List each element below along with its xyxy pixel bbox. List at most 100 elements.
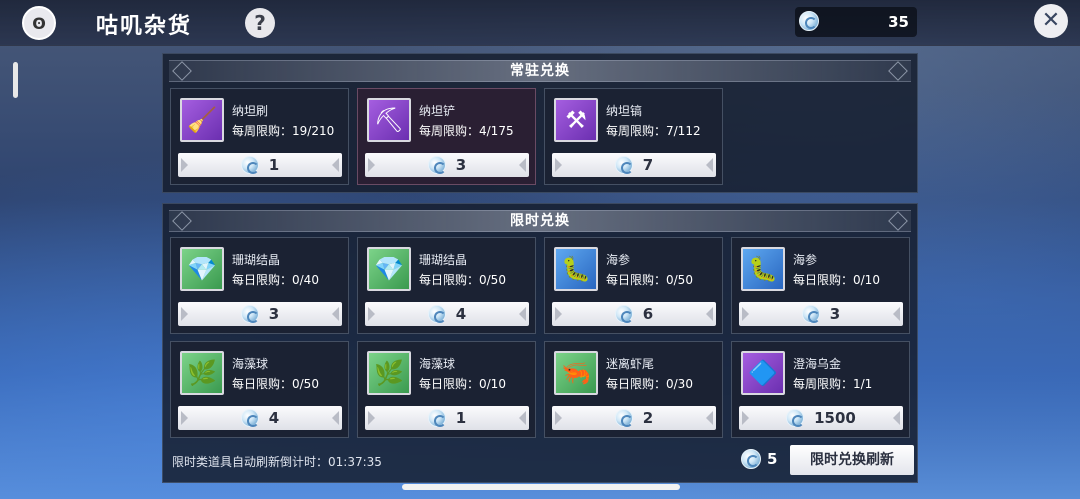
buy-button[interactable]: 3 bbox=[365, 153, 529, 177]
buy-button[interactable]: 1500 bbox=[739, 406, 903, 430]
item-purchase-limit: 每日限购：0/50 bbox=[419, 273, 506, 287]
refresh-cost: 5 bbox=[741, 449, 777, 469]
shop-item-card[interactable]: 🌿 海藻球 每日限购：0/10 1 bbox=[357, 341, 536, 438]
item-purchase-limit: 每周限购：7/112 bbox=[606, 124, 701, 138]
buy-button[interactable]: 3 bbox=[739, 302, 903, 326]
currency-coin-icon bbox=[240, 409, 259, 427]
currency-amount: 35 bbox=[888, 13, 909, 31]
item-price: 3 bbox=[455, 156, 467, 174]
shop-title: 咕叽杂货 bbox=[96, 14, 193, 39]
item-name: 海藻球 bbox=[232, 357, 269, 371]
seaweed-ball-icon: 🌿 bbox=[367, 351, 411, 395]
item-purchase-limit: 每日限购：0/10 bbox=[419, 377, 506, 391]
buy-button[interactable]: 3 bbox=[178, 302, 342, 326]
home-indicator[interactable] bbox=[402, 484, 680, 490]
item-purchase-limit: 每日限购：0/30 bbox=[606, 377, 693, 391]
limited-exchange-header: 限时兑换 bbox=[169, 210, 911, 232]
shop-item-card[interactable]: 🐛 海参 每日限购：0/50 6 bbox=[544, 237, 723, 334]
currency-coin-icon bbox=[614, 305, 633, 323]
close-button[interactable]: ✕ bbox=[1034, 4, 1068, 38]
buy-button[interactable]: 6 bbox=[552, 302, 716, 326]
buy-button[interactable]: 1 bbox=[178, 153, 342, 177]
item-purchase-limit: 每日限购：0/50 bbox=[606, 273, 693, 287]
item-name: 海藻球 bbox=[419, 357, 456, 371]
regular-exchange-header: 常驻兑换 bbox=[169, 60, 911, 82]
pickaxe-icon: ⚒ bbox=[554, 98, 598, 142]
coral-crystal-icon: 💎 bbox=[367, 247, 411, 291]
sea-cucumber-icon: 🐛 bbox=[554, 247, 598, 291]
top-bar: ʘ 咕叽杂货 ? 35 ✕ bbox=[0, 0, 1080, 46]
item-name: 澄海乌金 bbox=[793, 357, 842, 371]
item-purchase-limit: 每周限购：1/1 bbox=[793, 377, 873, 391]
shop-item-card[interactable]: 💎 珊瑚结晶 每日限购：0/50 4 bbox=[357, 237, 536, 334]
shop-item-card[interactable]: 🐛 海参 每日限购：0/10 3 bbox=[731, 237, 910, 334]
limited-refresh-button[interactable]: 限时兑换刷新 bbox=[790, 445, 914, 475]
currency-coin-icon bbox=[427, 156, 446, 174]
buy-button[interactable]: 4 bbox=[178, 406, 342, 430]
currency-coin-icon bbox=[786, 409, 805, 427]
item-price: 3 bbox=[268, 305, 280, 323]
buy-button[interactable]: 2 bbox=[552, 406, 716, 430]
item-price: 4 bbox=[455, 305, 467, 323]
refresh-countdown: 限时类道具自动刷新倒计时：01:37:35 bbox=[172, 455, 382, 469]
shop-item-card[interactable]: 🦐 迷离虾尾 每日限购：0/30 2 bbox=[544, 341, 723, 438]
coral-crystal-icon: 💎 bbox=[180, 247, 224, 291]
item-price: 7 bbox=[642, 156, 654, 174]
currency-coin-icon bbox=[427, 409, 446, 427]
shop-item-card[interactable]: 💎 珊瑚结晶 每日限购：0/40 3 bbox=[170, 237, 349, 334]
brush-icon: 🧹 bbox=[180, 98, 224, 142]
item-name: 迷离虾尾 bbox=[606, 357, 655, 371]
ornament-icon bbox=[172, 211, 192, 231]
scrollbar[interactable] bbox=[13, 62, 18, 98]
item-name: 纳坦镐 bbox=[606, 104, 643, 118]
regular-exchange-title: 常驻兑换 bbox=[510, 63, 570, 79]
buy-button[interactable]: 4 bbox=[365, 302, 529, 326]
item-name: 珊瑚结晶 bbox=[232, 253, 281, 267]
item-name: 纳坦刷 bbox=[232, 104, 269, 118]
currency-coin-icon bbox=[614, 156, 633, 174]
regular-exchange-panel: 常驻兑换 🧹 纳坦刷 每周限购：19/210 1 ⛏ 纳坦铲 每周限购：4/17… bbox=[162, 53, 918, 193]
shop-item-card[interactable]: ⛏ 纳坦铲 每周限购：4/175 3 bbox=[357, 88, 536, 185]
help-button[interactable]: ? bbox=[245, 8, 275, 38]
item-price: 3 bbox=[829, 305, 841, 323]
item-purchase-limit: 每周限购：19/210 bbox=[232, 124, 335, 138]
currency-coin-icon bbox=[240, 156, 259, 174]
shop-item-card[interactable]: 🌿 海藻球 每日限购：0/50 4 bbox=[170, 341, 349, 438]
currency-coin-icon bbox=[427, 305, 446, 323]
seaweed-ball-icon: 🌿 bbox=[180, 351, 224, 395]
refresh-cost-amount: 5 bbox=[767, 450, 778, 468]
item-price: 1 bbox=[268, 156, 280, 174]
currency-coin-icon bbox=[799, 11, 819, 31]
item-price: 2 bbox=[642, 409, 654, 427]
item-price: 4 bbox=[268, 409, 280, 427]
item-purchase-limit: 每日限购：0/50 bbox=[232, 377, 319, 391]
item-name: 海参 bbox=[606, 253, 631, 267]
buy-button[interactable]: 7 bbox=[552, 153, 716, 177]
currency-balance: 35 bbox=[795, 7, 917, 37]
item-purchase-limit: 每周限购：4/175 bbox=[419, 124, 514, 138]
currency-coin-icon bbox=[741, 449, 761, 469]
sea-cucumber-icon: 🐛 bbox=[741, 247, 785, 291]
item-price: 1500 bbox=[814, 409, 856, 427]
shop-item-card[interactable]: 🔷 澄海乌金 每周限购：1/1 1500 bbox=[731, 341, 910, 438]
shop-item-card[interactable]: 🧹 纳坦刷 每周限购：19/210 1 bbox=[170, 88, 349, 185]
item-purchase-limit: 每日限购：0/40 bbox=[232, 273, 319, 287]
buy-button[interactable]: 1 bbox=[365, 406, 529, 430]
currency-coin-icon bbox=[240, 305, 259, 323]
item-name: 海参 bbox=[793, 253, 818, 267]
item-name: 纳坦铲 bbox=[419, 104, 456, 118]
dark-gold-crystal-icon: 🔷 bbox=[741, 351, 785, 395]
shovel-icon: ⛏ bbox=[367, 98, 411, 142]
ornament-icon bbox=[172, 61, 192, 81]
item-name: 珊瑚结晶 bbox=[419, 253, 468, 267]
limited-exchange-panel: 限时兑换 💎 珊瑚结晶 每日限购：0/40 3 💎 珊瑚结晶 每日限购：0/50… bbox=[162, 203, 918, 483]
currency-coin-icon bbox=[801, 305, 820, 323]
item-purchase-limit: 每日限购：0/10 bbox=[793, 273, 880, 287]
shop-item-card[interactable]: ⚒ 纳坦镐 每周限购：7/112 7 bbox=[544, 88, 723, 185]
ornament-icon bbox=[888, 211, 908, 231]
limited-exchange-title: 限时兑换 bbox=[510, 213, 570, 229]
currency-coin-icon bbox=[614, 409, 633, 427]
shop-owner-avatar: ʘ bbox=[22, 6, 56, 40]
ornament-icon bbox=[888, 61, 908, 81]
item-price: 6 bbox=[642, 305, 654, 323]
